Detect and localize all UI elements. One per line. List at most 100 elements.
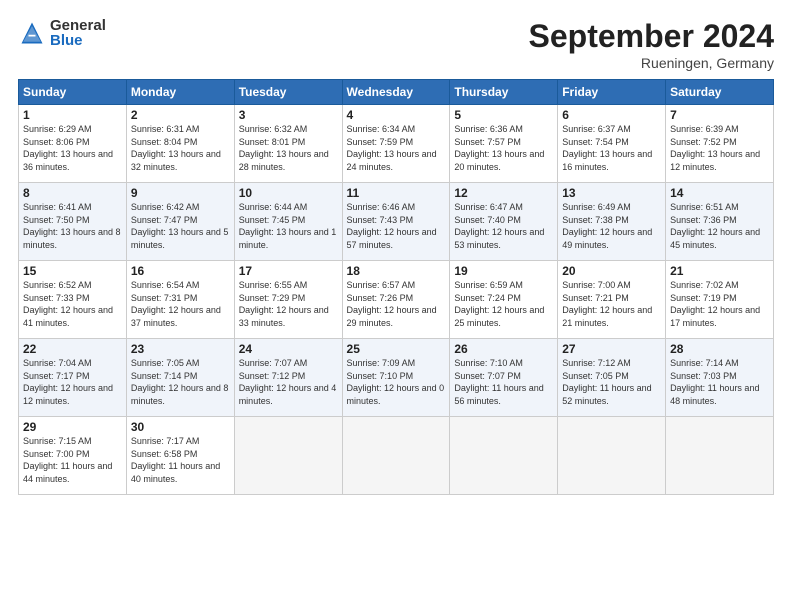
day-info: Sunrise: 6:46 AMSunset: 7:43 PMDaylight:… <box>347 201 446 251</box>
table-cell: 14 Sunrise: 6:51 AMSunset: 7:36 PMDaylig… <box>666 183 774 261</box>
day-number: 19 <box>454 264 553 278</box>
day-info: Sunrise: 6:37 AMSunset: 7:54 PMDaylight:… <box>562 123 661 173</box>
table-cell: 13 Sunrise: 6:49 AMSunset: 7:38 PMDaylig… <box>558 183 666 261</box>
day-number: 28 <box>670 342 769 356</box>
header: General Blue September 2024 Rueningen, G… <box>18 18 774 71</box>
table-cell: 1 Sunrise: 6:29 AMSunset: 8:06 PMDayligh… <box>19 105 127 183</box>
table-cell: 25 Sunrise: 7:09 AMSunset: 7:10 PMDaylig… <box>342 339 450 417</box>
day-info: Sunrise: 6:51 AMSunset: 7:36 PMDaylight:… <box>670 201 769 251</box>
table-cell: 20 Sunrise: 7:00 AMSunset: 7:21 PMDaylig… <box>558 261 666 339</box>
table-cell: 26 Sunrise: 7:10 AMSunset: 7:07 PMDaylig… <box>450 339 558 417</box>
day-info: Sunrise: 6:54 AMSunset: 7:31 PMDaylight:… <box>131 279 230 329</box>
table-cell: 19 Sunrise: 6:59 AMSunset: 7:24 PMDaylig… <box>450 261 558 339</box>
day-number: 26 <box>454 342 553 356</box>
day-info: Sunrise: 6:32 AMSunset: 8:01 PMDaylight:… <box>239 123 338 173</box>
logo-general-text: General <box>50 18 106 33</box>
logo-icon <box>18 19 46 47</box>
day-info: Sunrise: 7:04 AMSunset: 7:17 PMDaylight:… <box>23 357 122 407</box>
table-cell: 21 Sunrise: 7:02 AMSunset: 7:19 PMDaylig… <box>666 261 774 339</box>
day-number: 18 <box>347 264 446 278</box>
day-info: Sunrise: 6:41 AMSunset: 7:50 PMDaylight:… <box>23 201 122 251</box>
day-number: 16 <box>131 264 230 278</box>
day-info: Sunrise: 6:49 AMSunset: 7:38 PMDaylight:… <box>562 201 661 251</box>
col-sunday: Sunday <box>19 80 127 105</box>
day-number: 11 <box>347 186 446 200</box>
day-number: 17 <box>239 264 338 278</box>
day-info: Sunrise: 7:17 AMSunset: 6:58 PMDaylight:… <box>131 435 230 485</box>
day-info: Sunrise: 7:14 AMSunset: 7:03 PMDaylight:… <box>670 357 769 407</box>
day-info: Sunrise: 7:05 AMSunset: 7:14 PMDaylight:… <box>131 357 230 407</box>
table-cell: 27 Sunrise: 7:12 AMSunset: 7:05 PMDaylig… <box>558 339 666 417</box>
table-cell: 12 Sunrise: 6:47 AMSunset: 7:40 PMDaylig… <box>450 183 558 261</box>
day-number: 5 <box>454 108 553 122</box>
day-number: 27 <box>562 342 661 356</box>
col-wednesday: Wednesday <box>342 80 450 105</box>
day-number: 20 <box>562 264 661 278</box>
table-cell <box>666 417 774 495</box>
col-thursday: Thursday <box>450 80 558 105</box>
day-number: 13 <box>562 186 661 200</box>
table-cell: 3 Sunrise: 6:32 AMSunset: 8:01 PMDayligh… <box>234 105 342 183</box>
month-title: September 2024 <box>529 18 774 55</box>
table-cell: 18 Sunrise: 6:57 AMSunset: 7:26 PMDaylig… <box>342 261 450 339</box>
col-monday: Monday <box>126 80 234 105</box>
table-cell: 23 Sunrise: 7:05 AMSunset: 7:14 PMDaylig… <box>126 339 234 417</box>
table-cell: 29 Sunrise: 7:15 AMSunset: 7:00 PMDaylig… <box>19 417 127 495</box>
day-info: Sunrise: 6:36 AMSunset: 7:57 PMDaylight:… <box>454 123 553 173</box>
day-number: 24 <box>239 342 338 356</box>
day-info: Sunrise: 7:10 AMSunset: 7:07 PMDaylight:… <box>454 357 553 407</box>
day-info: Sunrise: 7:02 AMSunset: 7:19 PMDaylight:… <box>670 279 769 329</box>
day-info: Sunrise: 7:15 AMSunset: 7:00 PMDaylight:… <box>23 435 122 485</box>
day-info: Sunrise: 7:12 AMSunset: 7:05 PMDaylight:… <box>562 357 661 407</box>
day-info: Sunrise: 6:47 AMSunset: 7:40 PMDaylight:… <box>454 201 553 251</box>
day-info: Sunrise: 6:55 AMSunset: 7:29 PMDaylight:… <box>239 279 338 329</box>
table-cell: 8 Sunrise: 6:41 AMSunset: 7:50 PMDayligh… <box>19 183 127 261</box>
table-cell: 5 Sunrise: 6:36 AMSunset: 7:57 PMDayligh… <box>450 105 558 183</box>
day-info: Sunrise: 7:00 AMSunset: 7:21 PMDaylight:… <box>562 279 661 329</box>
table-cell: 22 Sunrise: 7:04 AMSunset: 7:17 PMDaylig… <box>19 339 127 417</box>
table-row: 22 Sunrise: 7:04 AMSunset: 7:17 PMDaylig… <box>19 339 774 417</box>
col-friday: Friday <box>558 80 666 105</box>
logo-text: General Blue <box>50 18 106 48</box>
table-cell: 11 Sunrise: 6:46 AMSunset: 7:43 PMDaylig… <box>342 183 450 261</box>
day-number: 12 <box>454 186 553 200</box>
day-info: Sunrise: 7:07 AMSunset: 7:12 PMDaylight:… <box>239 357 338 407</box>
table-cell: 24 Sunrise: 7:07 AMSunset: 7:12 PMDaylig… <box>234 339 342 417</box>
table-cell: 7 Sunrise: 6:39 AMSunset: 7:52 PMDayligh… <box>666 105 774 183</box>
day-number: 21 <box>670 264 769 278</box>
day-info: Sunrise: 6:59 AMSunset: 7:24 PMDaylight:… <box>454 279 553 329</box>
day-number: 30 <box>131 420 230 434</box>
header-row: Sunday Monday Tuesday Wednesday Thursday… <box>19 80 774 105</box>
table-cell: 17 Sunrise: 6:55 AMSunset: 7:29 PMDaylig… <box>234 261 342 339</box>
day-number: 10 <box>239 186 338 200</box>
day-info: Sunrise: 6:34 AMSunset: 7:59 PMDaylight:… <box>347 123 446 173</box>
day-number: 22 <box>23 342 122 356</box>
day-number: 1 <box>23 108 122 122</box>
table-row: 29 Sunrise: 7:15 AMSunset: 7:00 PMDaylig… <box>19 417 774 495</box>
table-cell: 2 Sunrise: 6:31 AMSunset: 8:04 PMDayligh… <box>126 105 234 183</box>
day-info: Sunrise: 6:52 AMSunset: 7:33 PMDaylight:… <box>23 279 122 329</box>
table-row: 1 Sunrise: 6:29 AMSunset: 8:06 PMDayligh… <box>19 105 774 183</box>
day-info: Sunrise: 6:44 AMSunset: 7:45 PMDaylight:… <box>239 201 338 251</box>
day-info: Sunrise: 6:39 AMSunset: 7:52 PMDaylight:… <box>670 123 769 173</box>
table-row: 15 Sunrise: 6:52 AMSunset: 7:33 PMDaylig… <box>19 261 774 339</box>
table-cell: 6 Sunrise: 6:37 AMSunset: 7:54 PMDayligh… <box>558 105 666 183</box>
col-saturday: Saturday <box>666 80 774 105</box>
day-number: 6 <box>562 108 661 122</box>
day-number: 8 <box>23 186 122 200</box>
day-info: Sunrise: 6:42 AMSunset: 7:47 PMDaylight:… <box>131 201 230 251</box>
table-cell: 30 Sunrise: 7:17 AMSunset: 6:58 PMDaylig… <box>126 417 234 495</box>
page: General Blue September 2024 Rueningen, G… <box>0 0 792 612</box>
day-number: 7 <box>670 108 769 122</box>
day-number: 25 <box>347 342 446 356</box>
day-number: 9 <box>131 186 230 200</box>
logo-blue-text: Blue <box>50 33 106 48</box>
table-cell: 28 Sunrise: 7:14 AMSunset: 7:03 PMDaylig… <box>666 339 774 417</box>
location: Rueningen, Germany <box>529 55 774 71</box>
day-info: Sunrise: 6:57 AMSunset: 7:26 PMDaylight:… <box>347 279 446 329</box>
table-cell <box>342 417 450 495</box>
table-row: 8 Sunrise: 6:41 AMSunset: 7:50 PMDayligh… <box>19 183 774 261</box>
table-cell: 4 Sunrise: 6:34 AMSunset: 7:59 PMDayligh… <box>342 105 450 183</box>
day-number: 2 <box>131 108 230 122</box>
logo: General Blue <box>18 18 106 48</box>
